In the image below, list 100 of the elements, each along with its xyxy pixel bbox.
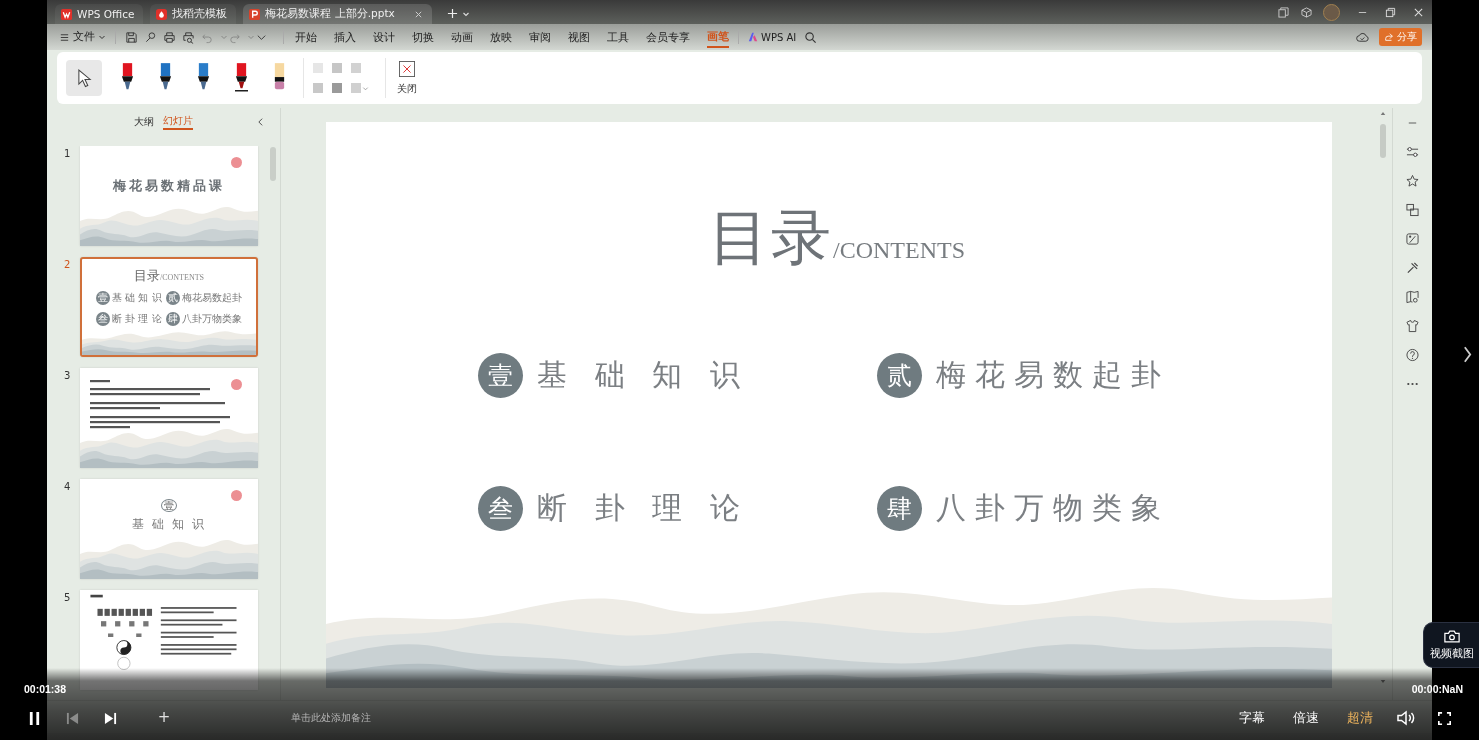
slide-number: 3 xyxy=(63,369,72,381)
ribbon-tab[interactable]: 动画 xyxy=(451,26,473,48)
slide-title: 目录 xyxy=(709,201,833,274)
presentation-icon xyxy=(249,8,261,20)
style-swatch[interactable] xyxy=(351,63,361,73)
logo-icon xyxy=(61,8,72,20)
star-icon[interactable] xyxy=(1406,174,1419,188)
ribbon-tab[interactable]: 审阅 xyxy=(529,26,551,48)
section-label: 基 础 知 识 xyxy=(112,291,162,305)
close-icon xyxy=(399,60,415,77)
pause-icon xyxy=(27,710,41,726)
sun-icon xyxy=(231,379,242,390)
player-option[interactable]: 超清 xyxy=(1333,709,1387,727)
settings-sliders-icon[interactable] xyxy=(1406,145,1419,159)
marker-icon xyxy=(234,63,248,93)
style-swatch[interactable] xyxy=(313,83,323,93)
chevron-right-icon[interactable] xyxy=(1463,345,1472,364)
thumbnail-title: 基 础 知 识 xyxy=(132,516,206,533)
select-tool[interactable] xyxy=(66,60,102,96)
number-badge: 贰 xyxy=(877,353,922,398)
ribbon-tab[interactable]: 会员专享 xyxy=(646,26,690,48)
swap-frames-icon[interactable] xyxy=(1406,203,1419,217)
skip-forward-icon xyxy=(103,710,117,726)
plus-icon[interactable] xyxy=(446,8,458,19)
slide-number: 2 xyxy=(63,258,72,270)
scrollbar-thumb[interactable] xyxy=(270,147,276,181)
share-icon xyxy=(1384,32,1394,42)
help-icon[interactable] xyxy=(1406,348,1419,362)
file-menu[interactable]: 文件 xyxy=(59,30,106,44)
slide-number: 4 xyxy=(63,480,72,492)
ribbon-tab[interactable]: 工具 xyxy=(607,26,629,48)
ribbon-tab[interactable]: 插入 xyxy=(334,26,356,48)
section-label: 基 础 知 识 xyxy=(537,356,749,394)
section-label: 八卦万物类象 xyxy=(182,312,242,326)
close-icon[interactable] xyxy=(413,9,423,19)
maximize-icon[interactable] xyxy=(1385,6,1396,18)
menu-icon xyxy=(59,31,70,43)
number-badge: 肆 xyxy=(166,312,180,326)
cloud-check-icon[interactable] xyxy=(1356,30,1369,44)
collapse-icon[interactable] xyxy=(257,117,264,127)
template-icon xyxy=(156,8,168,20)
ribbon-tab[interactable]: 开始 xyxy=(295,26,317,48)
scroll-up-icon[interactable] xyxy=(1380,111,1386,116)
camera-icon xyxy=(1443,629,1460,643)
style-swatch[interactable] xyxy=(351,83,361,93)
screenshot-button[interactable]: 视频截图 xyxy=(1423,622,1479,668)
pointer-icon xyxy=(76,68,92,88)
close-icon[interactable] xyxy=(1413,6,1424,18)
slide-thumbnail[interactable]: 梅花易数精品课 xyxy=(80,146,258,246)
search-icon[interactable] xyxy=(804,30,818,44)
save-icon[interactable] xyxy=(125,30,138,44)
panel-tab[interactable]: 幻灯片 xyxy=(163,114,193,130)
style-swatch[interactable] xyxy=(313,63,323,73)
scroll-down-icon[interactable] xyxy=(1380,679,1386,684)
notes-field[interactable]: 单击此处添加备注 xyxy=(289,710,593,724)
slide-thumbnail[interactable] xyxy=(80,368,258,468)
add-slide-button[interactable]: + xyxy=(157,708,171,726)
slide-thumbnail[interactable]: 壹 基 础 知 识 xyxy=(80,479,258,579)
link-icon[interactable] xyxy=(144,30,157,44)
style-swatch[interactable] xyxy=(332,83,342,93)
section-label: 梅花易数起卦 xyxy=(182,291,242,305)
ribbon-tab[interactable]: 设计 xyxy=(373,26,395,48)
style-swatch[interactable] xyxy=(332,63,342,73)
player-option[interactable]: 倍速 xyxy=(1279,709,1333,727)
map-search-icon[interactable] xyxy=(1406,290,1419,304)
scrollbar-thumb[interactable] xyxy=(1380,124,1386,158)
number-badge: 壹 xyxy=(96,291,110,305)
document-tab[interactable]: WPS Office xyxy=(55,4,144,24)
print-preview-icon[interactable] xyxy=(182,30,195,44)
ribbon-tab[interactable]: 放映 xyxy=(490,26,512,48)
number-badge: 叁 xyxy=(478,486,523,531)
document-tab[interactable]: 梅花易数课程 上部分.pptx xyxy=(243,4,432,24)
ribbon-tab[interactable]: 切换 xyxy=(412,26,434,48)
print-icon[interactable] xyxy=(163,30,176,44)
sun-icon xyxy=(231,157,242,168)
close-button[interactable]: 关闭 xyxy=(397,60,417,96)
ai-button[interactable]: WPS AI xyxy=(748,31,797,43)
number-badge: 贰 xyxy=(166,291,180,305)
shirt-icon[interactable] xyxy=(1406,319,1419,333)
slide-thumbnail[interactable] xyxy=(80,590,258,690)
caret-icon[interactable] xyxy=(461,10,470,18)
windows-icon[interactable] xyxy=(1278,6,1289,18)
volume-icon xyxy=(1397,710,1415,726)
image-edit-icon[interactable] xyxy=(1406,232,1419,246)
player-option[interactable]: 字幕 xyxy=(1225,709,1279,727)
document-tab[interactable]: 找稻壳模板 xyxy=(150,4,237,24)
section-label: 断 卦 理 论 xyxy=(112,312,162,326)
fullscreen-icon xyxy=(1437,710,1451,726)
thumbnail-title: 目录 xyxy=(134,267,160,285)
slide-thumbnail[interactable]: 目录/CONTENTS 壹 基 础 知 识 贰 梅花易数起卦 叁 断 卦 理 论 肆 八卦万物类象 xyxy=(80,257,258,357)
caret-icon xyxy=(98,33,106,41)
ribbon-tab[interactable]: 视图 xyxy=(568,26,590,48)
section-label: 梅花易数起卦 xyxy=(936,356,1170,394)
cube-icon[interactable] xyxy=(1301,6,1312,18)
number-badge: 壹 xyxy=(478,353,523,398)
thumbnail-subtitle: /CONTENTS xyxy=(160,273,204,282)
slide-number: 5 xyxy=(63,591,72,603)
avatar[interactable] xyxy=(1323,3,1340,21)
panel-tab[interactable]: 大纲 xyxy=(134,114,154,130)
tools-icon[interactable] xyxy=(1406,261,1419,275)
